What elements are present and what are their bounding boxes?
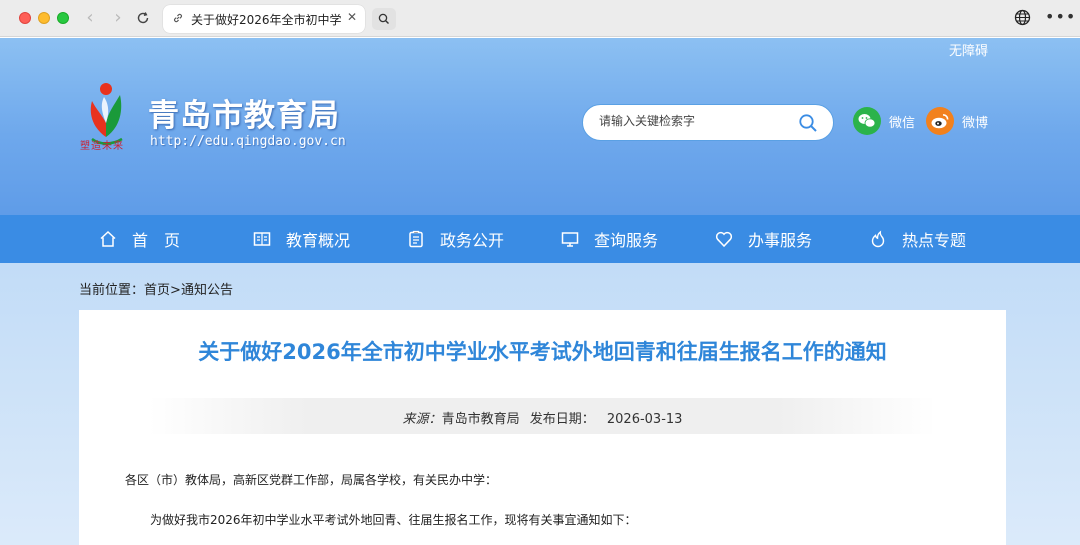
article-meta: 来源：青岛市教育局 发布日期： 2026-03-13 — [149, 408, 936, 427]
nav-item-overview[interactable]: 教育概况 — [252, 215, 350, 263]
flame-icon — [871, 230, 885, 248]
browser-tab[interactable]: 关于做好2026年全市初中学业 ✕ — [163, 5, 365, 33]
nav-item-label: 教育概况 — [286, 231, 351, 250]
article-paragraph: 为做好我市2026年初中学业水平考试外地回青、往届生报名工作，现将有关事宜通知如… — [150, 513, 637, 527]
article-title: 关于做好2026年全市初中学业水平考试外地回青和往届生报名工作的通知 — [198, 340, 887, 364]
site-header: 无障碍 塑造未来 青岛市教育局 http://edu.qingdao.gov.c… — [0, 38, 1080, 215]
clipboard-icon — [409, 230, 423, 248]
nav-item-label: 首 页 — [132, 231, 181, 250]
site-name[interactable]: 青岛市教育局 — [148, 90, 340, 135]
site-url: http://edu.qingdao.gov.cn — [150, 134, 346, 149]
source-label: 来源： — [402, 412, 442, 427]
accessibility-link[interactable]: 无障碍 — [949, 40, 988, 59]
article-paragraph: 各区（市）教体局，高新区党群工作部，局属各学校，有关民办中学： — [125, 473, 498, 487]
book-icon — [253, 232, 271, 246]
breadcrumb-home-link[interactable]: 首页 — [144, 283, 170, 298]
close-window-button[interactable] — [19, 12, 31, 24]
nav-item-home[interactable]: 首 页 — [98, 215, 180, 263]
minimize-window-button[interactable] — [38, 12, 50, 24]
weibo-icon — [926, 107, 954, 135]
home-icon — [100, 230, 116, 247]
date-label: 发布日期： — [529, 412, 595, 427]
site-search-box — [582, 104, 834, 141]
breadcrumb-prefix: 当前位置： — [79, 283, 145, 298]
back-icon[interactable]: ‹ — [80, 8, 100, 28]
heart-icon — [715, 231, 733, 248]
tab-title: 关于做好2026年全市初中学业 — [191, 13, 341, 27]
maximize-window-button[interactable] — [57, 12, 69, 24]
search-icon[interactable] — [798, 113, 818, 133]
article-date: 2026-03-13 — [606, 412, 683, 427]
nav-item-label: 查询服务 — [594, 231, 659, 250]
weibo-label: 微博 — [962, 116, 989, 131]
monitor-icon — [561, 232, 579, 247]
breadcrumb-separator: > — [170, 283, 181, 298]
search-icon — [378, 13, 389, 24]
nav-item-query[interactable]: 查询服务 — [560, 215, 658, 263]
nav-item-label: 热点专题 — [902, 231, 967, 250]
breadcrumb: 当前位置：首页>通知公告 — [79, 279, 233, 298]
main-nav: 首 页 教育概况 政务公开 查询服务 办事服务 热点专题 — [0, 215, 1080, 263]
tab-close-icon[interactable]: ✕ — [347, 10, 357, 24]
seal-text: 塑造未来 — [80, 141, 124, 152]
nav-item-label: 办事服务 — [748, 231, 813, 250]
forward-icon[interactable]: › — [108, 8, 128, 28]
nav-item-topics[interactable]: 热点专题 — [868, 215, 966, 263]
browser-toolbar: ‹ › 关于做好2026年全市初中学业 ✕ ••• — [0, 0, 1080, 37]
nav-item-label: 政务公开 — [440, 231, 505, 250]
reload-icon[interactable] — [133, 8, 153, 28]
nav-item-affairs[interactable]: 政务公开 — [406, 215, 504, 263]
article-container: 关于做好2026年全市初中学业水平考试外地回青和往届生报名工作的通知 来源：青岛… — [79, 310, 1006, 545]
globe-icon[interactable] — [1014, 9, 1034, 29]
search-input[interactable] — [599, 114, 789, 128]
nav-item-services[interactable]: 办事服务 — [714, 215, 812, 263]
article-source: 青岛市教育局 — [441, 412, 520, 427]
breadcrumb-current-link[interactable]: 通知公告 — [181, 283, 233, 298]
more-icon[interactable]: ••• — [1045, 9, 1075, 29]
search-tabs-button[interactable] — [372, 8, 396, 30]
wechat-icon — [853, 107, 881, 135]
link-icon — [174, 13, 182, 23]
wechat-label: 微信 — [889, 116, 916, 131]
article-meta-bar: 来源：青岛市教育局 发布日期： 2026-03-13 — [149, 398, 936, 434]
